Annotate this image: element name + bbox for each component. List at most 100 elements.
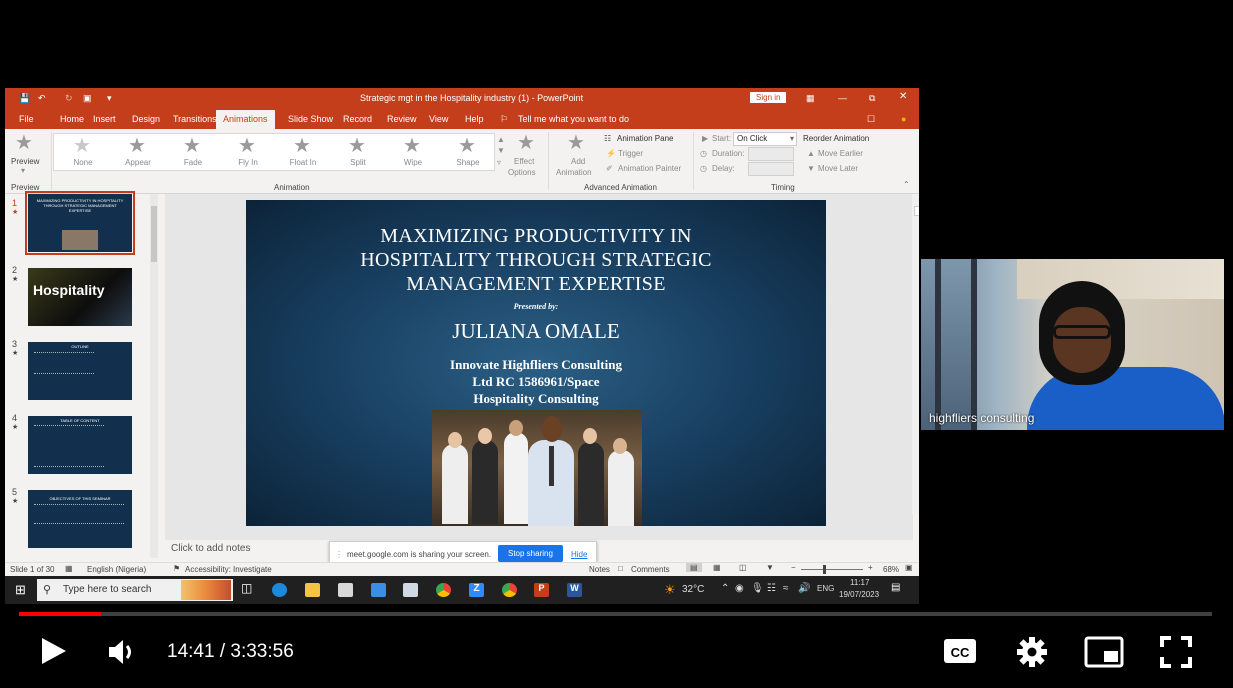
add-animation-label-1[interactable]: Add	[571, 157, 585, 166]
microphone-icon[interactable]: 🎙	[751, 583, 764, 594]
accessibility-status[interactable]: Accessibility: Investigate	[185, 565, 272, 574]
gallery-up-icon[interactable]: ▲	[497, 135, 505, 144]
fullscreen-button[interactable]	[1160, 635, 1192, 674]
slide-thumbnail[interactable]: Hospitality	[28, 268, 132, 326]
save-icon[interactable]: 💾	[19, 93, 30, 104]
store-icon[interactable]	[338, 583, 353, 597]
temperature[interactable]: 32°C	[682, 584, 704, 595]
current-slide[interactable]: MAXIMIZING PRODUCTIVITY IN HOSPITALITY T…	[246, 200, 826, 526]
tab-animations[interactable]: Animations	[216, 110, 275, 129]
move-earlier-button[interactable]: Move Earlier	[818, 149, 863, 158]
tab-design[interactable]: Design	[132, 114, 160, 124]
chrome-profile-icon[interactable]	[502, 583, 517, 597]
mail-icon[interactable]	[371, 583, 386, 597]
animation-shape-icon[interactable]: ★	[458, 136, 476, 156]
progress-bar[interactable]	[19, 612, 1212, 616]
ribbon-display-icon[interactable]: ▦	[806, 93, 815, 104]
notes-toggle[interactable]: Notes	[589, 565, 610, 574]
effect-options-label-1[interactable]: Effect	[514, 157, 534, 166]
animation-fade-label[interactable]: Fade	[171, 158, 215, 167]
restore-icon[interactable]: ⧉	[869, 93, 875, 104]
miniplayer-button[interactable]	[1084, 635, 1124, 674]
animation-fade-icon[interactable]: ★	[183, 136, 201, 156]
mute-button[interactable]	[107, 637, 139, 672]
comments-icon[interactable]: □	[618, 564, 623, 573]
animation-float-in-label[interactable]: Float In	[281, 158, 325, 167]
tab-file[interactable]: File	[19, 114, 34, 124]
zoom-in-icon[interactable]: +	[868, 563, 873, 572]
animation-float-in-icon[interactable]: ★	[293, 136, 311, 156]
accessibility-icon[interactable]: ⚑	[173, 564, 180, 573]
powerpoint-app-icon[interactable]: P	[534, 583, 549, 597]
comments-toggle[interactable]: Comments	[631, 565, 670, 574]
slide-thumbnail[interactable]: OBJECTIVES OF THIS SEMINAR	[28, 490, 132, 548]
animation-appear-label[interactable]: Appear	[116, 158, 160, 167]
slide-thumbnail[interactable]: MAXIMIZING PRODUCTIVITY IN HOSPITALITY T…	[25, 191, 135, 255]
redo-icon[interactable]: ↻	[65, 93, 73, 104]
chrome-icon[interactable]	[436, 583, 451, 597]
gallery-more-icon[interactable]: ▿	[497, 158, 501, 167]
tab-review[interactable]: Review	[387, 114, 417, 124]
preview-dropdown-icon[interactable]: ▾	[21, 166, 25, 175]
animation-wipe-label[interactable]: Wipe	[391, 158, 435, 167]
tab-view[interactable]: View	[429, 114, 448, 124]
language-status[interactable]: English (Nigeria)	[87, 565, 146, 574]
animation-painter-button[interactable]: Animation Painter	[618, 164, 681, 173]
network-icon[interactable]: ☷	[767, 583, 776, 594]
tab-home[interactable]: Home	[60, 114, 84, 124]
animation-none-label[interactable]: None	[61, 158, 105, 167]
comments-icon[interactable]: ☐	[867, 114, 875, 125]
slideshow-view-icon[interactable]: ▼	[766, 563, 774, 572]
effect-options-label-2[interactable]: Options	[508, 168, 536, 177]
tab-transitions[interactable]: Transitions	[173, 114, 217, 124]
slide-thumbnail[interactable]: TABLE OF CONTENT	[28, 416, 132, 474]
slide-sorter-icon[interactable]: ▦	[713, 563, 721, 572]
present-icon[interactable]: ▣	[83, 93, 92, 104]
tab-insert[interactable]: Insert	[93, 114, 116, 124]
thumb-scrollbar[interactable]	[150, 194, 158, 558]
delay-input[interactable]	[748, 162, 794, 176]
slide-thumbnail[interactable]: OUTLINE	[28, 342, 132, 400]
move-later-button[interactable]: Move Later	[818, 164, 858, 173]
weather-icon[interactable]: ☀	[664, 582, 676, 598]
tray-expand-icon[interactable]: ⌃	[721, 583, 729, 594]
reading-view-icon[interactable]: ◫	[739, 563, 747, 572]
notifications-icon[interactable]: ▤	[891, 582, 900, 593]
animation-pane-button[interactable]: Animation Pane	[617, 134, 673, 143]
gallery-down-icon[interactable]: ▼	[497, 146, 505, 155]
windows-start-icon[interactable]: ⊞	[15, 582, 26, 598]
zoom-app-icon[interactable]: Z	[469, 583, 484, 597]
zoom-slider[interactable]	[801, 565, 863, 574]
tab-slide-show[interactable]: Slide Show	[288, 114, 333, 124]
animation-fly-in-icon[interactable]: ★	[238, 136, 256, 156]
stop-sharing-button[interactable]: Stop sharing	[498, 545, 563, 562]
file-explorer-icon[interactable]	[305, 583, 320, 597]
close-icon[interactable]: ✕	[899, 91, 907, 102]
fit-to-window-icon[interactable]: ▣	[905, 563, 913, 572]
taskbar-search-box[interactable]: ⚲ Type here to search	[37, 579, 233, 601]
clock-date[interactable]: 19/07/2023	[839, 590, 879, 599]
app-icon[interactable]	[403, 583, 418, 597]
editor-scrollbar[interactable]	[912, 194, 919, 514]
animation-fly-in-label[interactable]: Fly In	[226, 158, 270, 167]
volume-icon[interactable]: 🔊	[798, 583, 810, 594]
collapse-ribbon-icon[interactable]: ⌃	[903, 180, 910, 189]
spelling-icon[interactable]: ▦	[65, 564, 73, 573]
zoom-slider-thumb[interactable]	[823, 565, 826, 574]
duration-input[interactable]	[748, 147, 794, 161]
settings-button[interactable]	[1016, 636, 1048, 673]
preview-button[interactable]: Preview	[11, 157, 39, 166]
start-select[interactable]: On Click ▾	[733, 132, 797, 146]
drag-handle-icon[interactable]: ⋮	[335, 550, 343, 559]
tab-record[interactable]: Record	[343, 114, 372, 124]
thumb-scroll-thumb[interactable]	[151, 206, 157, 262]
qat-more-icon[interactable]: ▾	[107, 93, 112, 104]
hide-share-bar-button[interactable]: Hide	[571, 550, 587, 559]
word-app-icon[interactable]: W	[567, 583, 582, 597]
input-language[interactable]: ENG	[817, 584, 834, 593]
add-animation-label-2[interactable]: Animation	[556, 168, 592, 177]
zoom-out-icon[interactable]: −	[791, 563, 796, 572]
animation-none-icon[interactable]: ★	[73, 136, 91, 156]
animation-shape-label[interactable]: Shape	[446, 158, 490, 167]
animation-split-icon[interactable]: ★	[348, 136, 366, 156]
